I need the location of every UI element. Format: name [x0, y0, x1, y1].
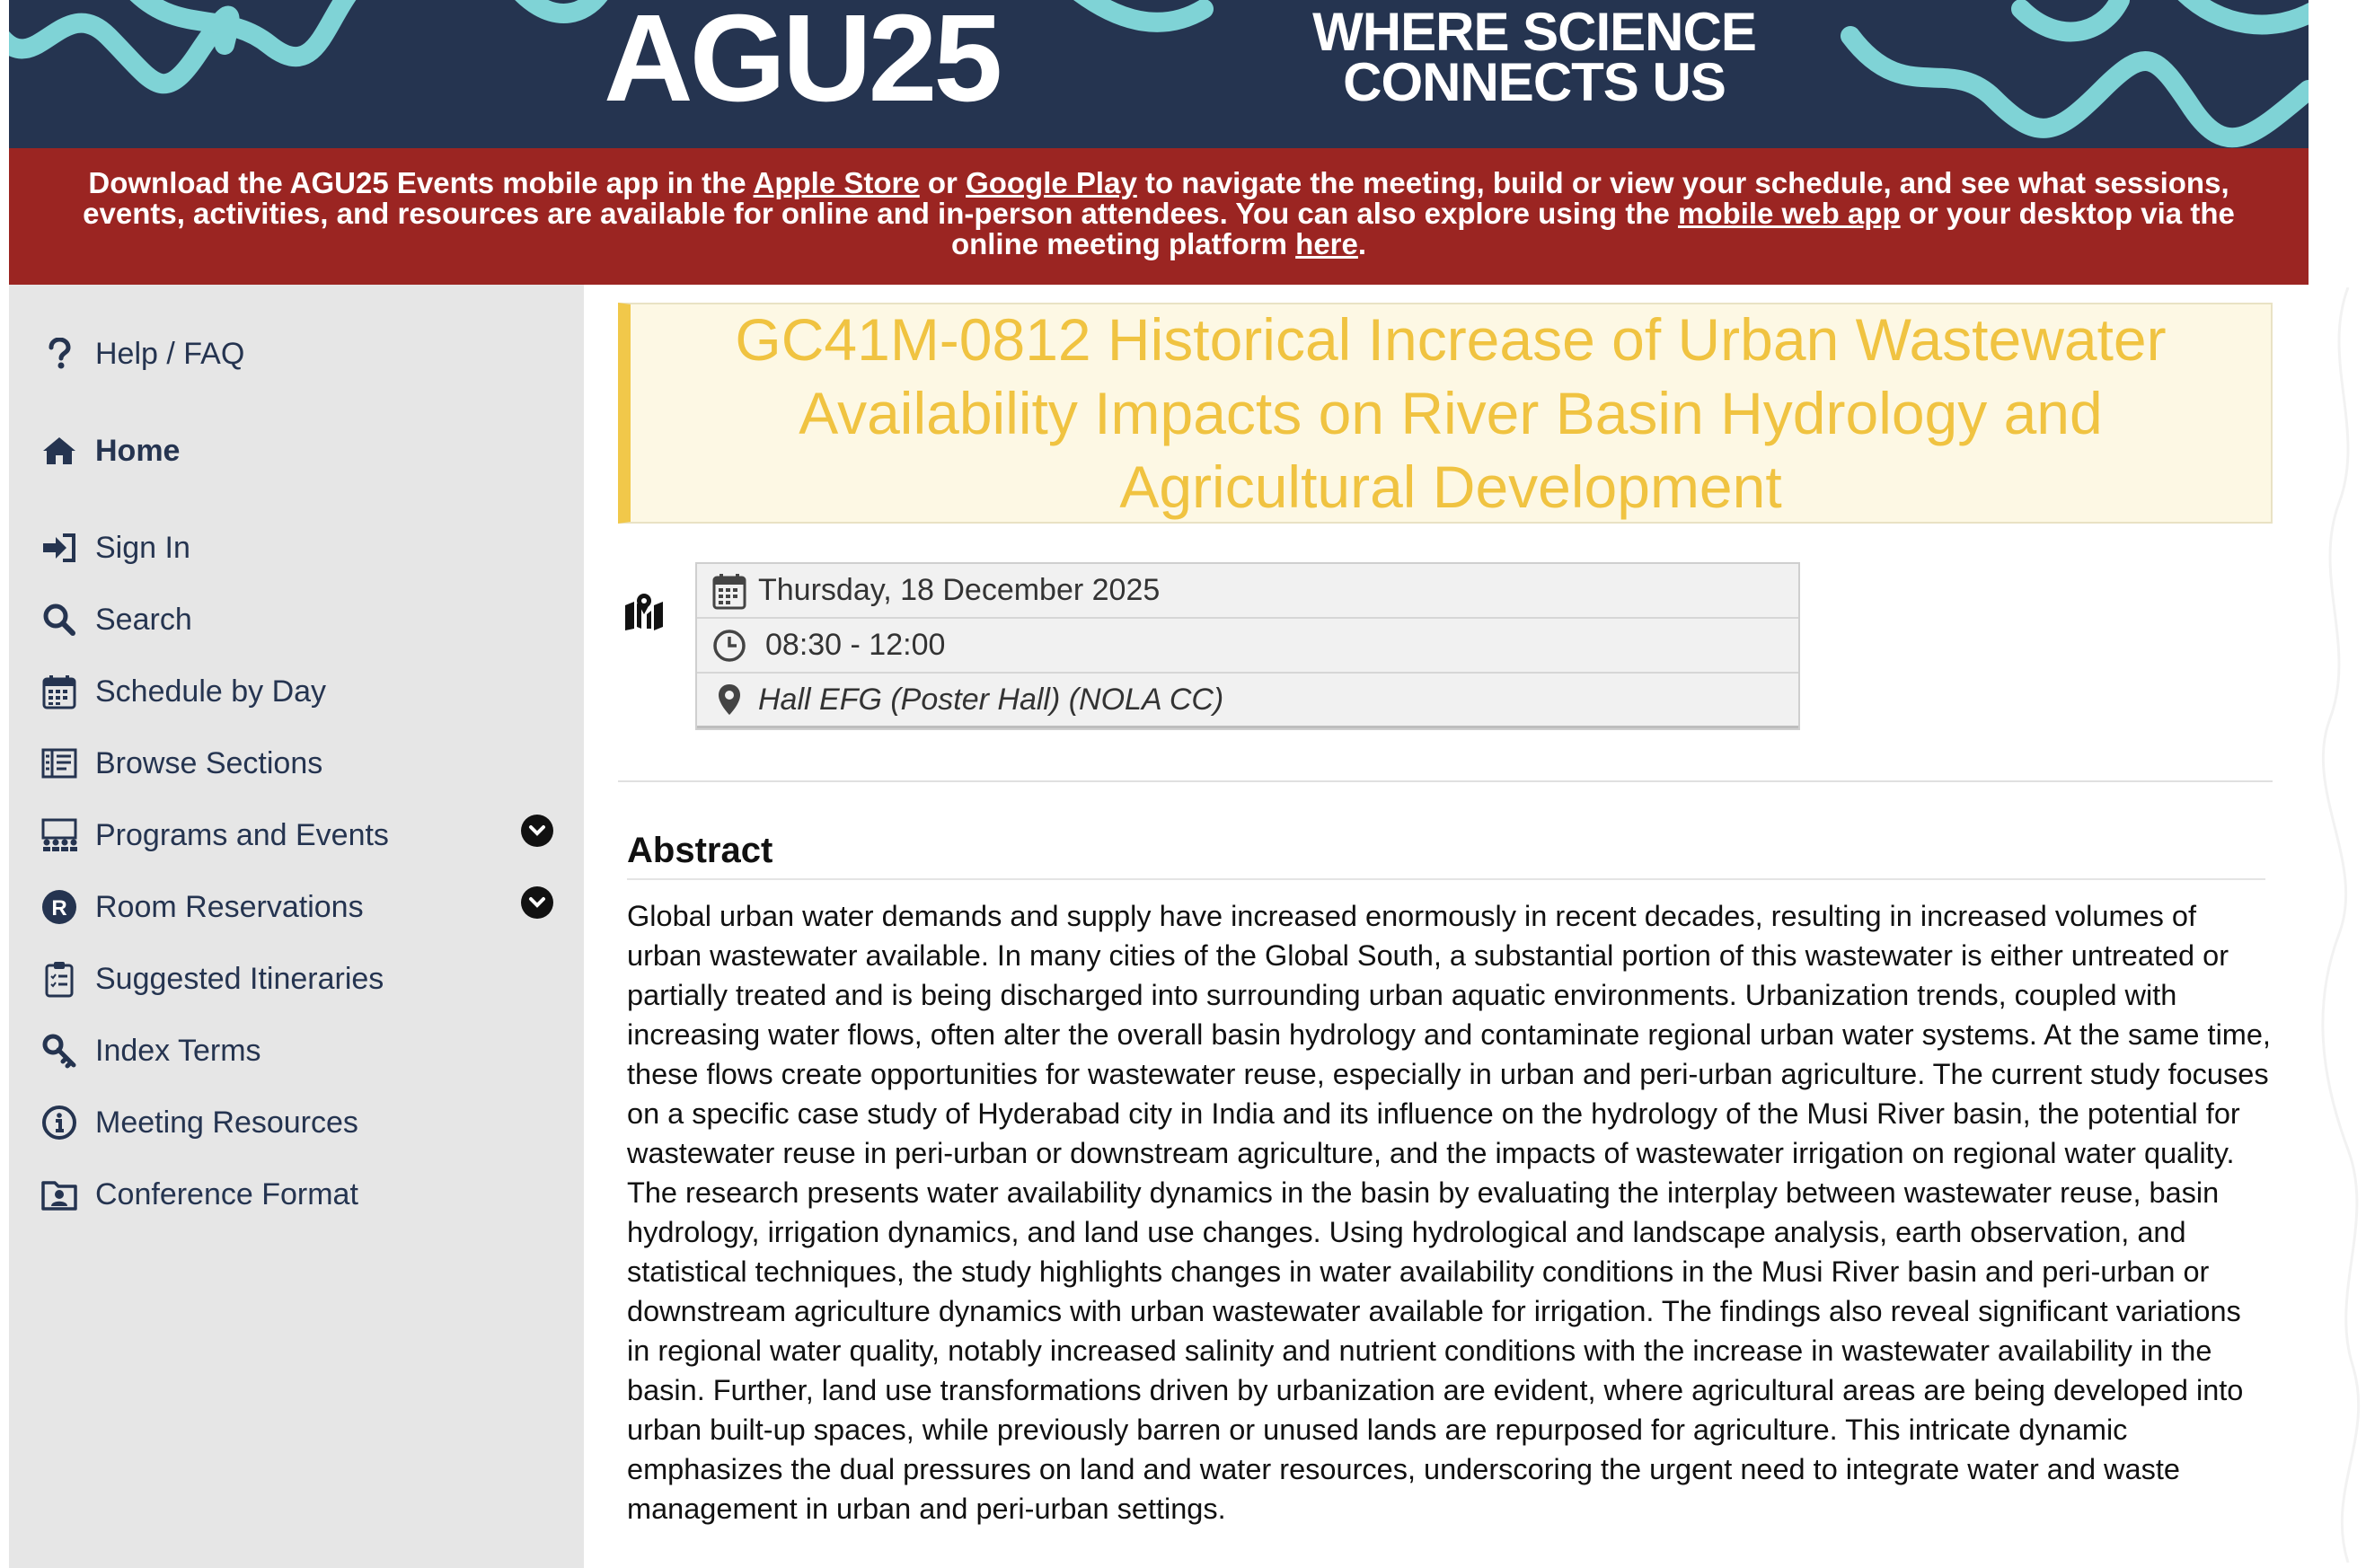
sidebar-item-suggested-itineraries[interactable]: Suggested Itineraries	[40, 956, 384, 1001]
notice-text: or	[919, 166, 967, 199]
sidebar-item-label: Help / FAQ	[95, 336, 245, 371]
sidebar-item-label: Conference Format	[95, 1176, 358, 1211]
key-icon	[40, 1031, 79, 1070]
tagline-line-2: CONNECTS US	[1343, 52, 1726, 112]
sidebar-item-label: Index Terms	[95, 1033, 261, 1068]
sidebar-item-label: Schedule by Day	[95, 674, 327, 709]
question-icon	[40, 334, 79, 374]
programs-expand-toggle[interactable]	[521, 815, 553, 847]
sign-in-icon	[40, 528, 79, 568]
online-platform-link[interactable]: here	[1295, 227, 1358, 260]
abstract-body: Global urban water demands and supply ha…	[627, 900, 2271, 1525]
room-icon: R	[40, 887, 79, 927]
sidebar-item-label: Home	[95, 433, 181, 468]
sidebar-item-room-reservations[interactable]: R Room Reservations	[40, 885, 364, 929]
programs-icon	[40, 815, 79, 855]
sidebar-item-label: Programs and Events	[95, 817, 389, 852]
google-play-link[interactable]: Google Play	[966, 166, 1137, 199]
sections-icon	[40, 744, 79, 783]
notice-text: Download the AGU25 Events mobile app in …	[88, 166, 754, 199]
clock-icon	[710, 626, 749, 665]
header-banner: AGU25 WHERE SCIENCE CONNECTS US	[9, 0, 2309, 148]
sidebar-item-label: Search	[95, 602, 192, 637]
notice-text: .	[1357, 227, 1367, 260]
sidebar-item-help-faq[interactable]: Help / FAQ	[40, 331, 244, 376]
sidebar-item-programs-and-events[interactable]: Programs and Events	[40, 813, 389, 858]
calendar-icon	[40, 672, 79, 711]
section-divider	[618, 780, 2273, 782]
search-icon	[40, 600, 79, 639]
clipboard-icon	[40, 959, 79, 999]
session-meta: Thursday, 18 December 2025 08:30 - 12:00…	[695, 562, 1800, 730]
mobile-web-app-link[interactable]: mobile web app	[1678, 197, 1901, 230]
svg-text:R: R	[51, 896, 66, 921]
sidebar-item-conference-format[interactable]: Conference Format	[40, 1172, 358, 1217]
session-title-box: GC41M-0812 Historical Increase of Urban …	[618, 303, 2273, 524]
abstract-heading: Abstract	[627, 831, 2265, 880]
chevron-down-icon	[529, 825, 545, 836]
session-date-row: Thursday, 18 December 2025	[697, 564, 1798, 619]
app-notice-bar: Download the AGU25 Events mobile app in …	[9, 148, 2309, 285]
sidebar-item-browse-sections[interactable]: Browse Sections	[40, 741, 322, 786]
wave-decoration	[9, 0, 2309, 148]
session-time: 08:30 - 12:00	[765, 628, 946, 662]
session-date: Thursday, 18 December 2025	[758, 573, 1161, 607]
room-reservations-expand-toggle[interactable]	[521, 886, 553, 919]
calendar-icon	[710, 571, 749, 611]
chevron-down-icon	[529, 897, 545, 908]
tagline-line-1: WHERE SCIENCE	[1312, 2, 1757, 62]
sidebar-item-label: Suggested Itineraries	[95, 961, 384, 996]
tagline: WHERE SCIENCE CONNECTS US	[1310, 2, 1759, 112]
session-time-row: 08:30 - 12:00	[697, 619, 1798, 674]
info-icon	[40, 1103, 79, 1142]
map-marker-icon	[623, 593, 665, 635]
sidebar-item-sign-in[interactable]: Sign In	[40, 525, 190, 570]
sidebar-item-label: Sign In	[95, 530, 190, 565]
location-pin-icon	[710, 680, 749, 719]
session-location-row: Hall EFG (Poster Hall) (NOLA CC)	[697, 674, 1798, 728]
session-location: Hall EFG (Poster Hall) (NOLA CC)	[758, 682, 1224, 717]
sidebar-item-search[interactable]: Search	[40, 597, 192, 642]
home-icon	[40, 431, 79, 471]
sidebar-nav: Help / FAQ Home Sign In Search Schedule …	[9, 285, 584, 1568]
page-title: GC41M-0812 Historical Increase of Urban …	[735, 306, 2167, 520]
sidebar-item-label: Room Reservations	[95, 889, 364, 924]
sidebar-item-index-terms[interactable]: Index Terms	[40, 1028, 261, 1073]
background-pattern	[2321, 287, 2361, 1563]
sidebar-item-label: Meeting Resources	[95, 1105, 358, 1140]
folder-user-icon	[40, 1175, 79, 1214]
sidebar-item-home[interactable]: Home	[40, 428, 180, 473]
sidebar-item-meeting-resources[interactable]: Meeting Resources	[40, 1100, 358, 1145]
apple-store-link[interactable]: Apple Store	[754, 166, 920, 199]
sidebar-item-label: Browse Sections	[95, 745, 323, 780]
sidebar-item-schedule-by-day[interactable]: Schedule by Day	[40, 669, 326, 714]
agu25-logo: AGU25	[604, 0, 1002, 128]
